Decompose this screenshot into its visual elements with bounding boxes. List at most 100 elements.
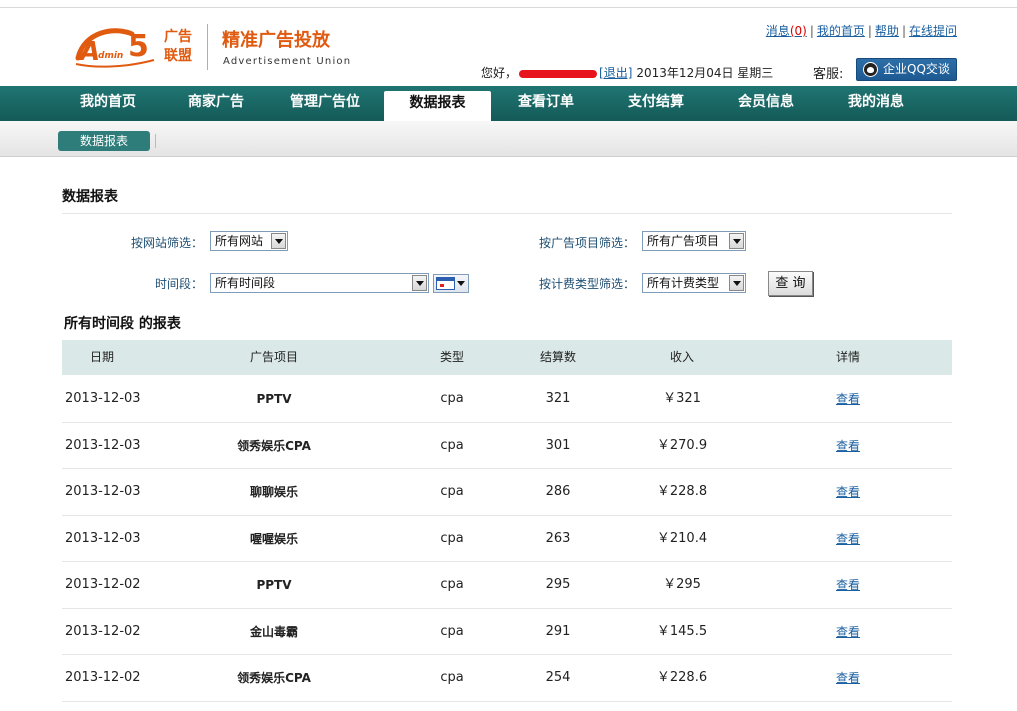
top-links: 消息(0) | 我的首页 | 帮助 | 在线提问	[765, 24, 957, 38]
site-filter-value: 所有网站	[215, 234, 264, 248]
svg-text:5: 5	[128, 29, 149, 64]
qq-chat-button[interactable]: 企业QQ交谈	[856, 58, 957, 81]
help-link[interactable]: 帮助	[875, 24, 899, 38]
qq-chat-label: 企业QQ交谈	[883, 62, 950, 76]
cell-type: cpa	[440, 530, 464, 546]
table-row: 2013-12-02 PPTV cpa 295 ￥295 查看	[62, 562, 952, 609]
cell-ad-project: PPTV	[256, 392, 292, 406]
project-filter-value: 所有广告项目	[647, 234, 720, 248]
nav-my-messages[interactable]: 我的消息	[826, 86, 926, 121]
nav-manage-ad-slots[interactable]: 管理广告位	[272, 86, 378, 121]
table-row: 2013-12-03 喔喔娱乐 cpa 263 ￥210.4 查看	[62, 516, 952, 562]
cell-income: ￥295	[663, 577, 701, 592]
project-filter-select[interactable]: 所有广告项目	[642, 231, 746, 251]
cell-detail: 查看	[818, 655, 878, 702]
fee-type-filter-value: 所有计费类型	[647, 276, 720, 290]
cell-type: cpa	[440, 670, 464, 685]
chevron-down-icon	[271, 233, 286, 249]
cell-type: cpa	[440, 623, 464, 639]
view-detail-link[interactable]: 查看	[836, 532, 860, 546]
cell-detail: 查看	[818, 609, 878, 656]
cell-ad-project: 聊聊娱乐	[249, 485, 298, 499]
view-detail-link[interactable]: 查看	[836, 671, 860, 685]
logo-cn-text: 广告联盟	[164, 29, 192, 64]
cell-date: 2013-12-03	[65, 437, 141, 453]
sub-nav: 数据报表	[0, 121, 1017, 157]
section-title-rule	[62, 213, 952, 214]
column-header-date: 日期	[89, 350, 114, 364]
home-link[interactable]: 我的首页	[817, 24, 865, 38]
nav-merchant-ads[interactable]: 商家广告	[166, 86, 266, 121]
cell-date: 2013-12-03	[65, 391, 141, 406]
chevron-down-icon	[729, 233, 744, 249]
cell-date: 2013-12-02	[65, 577, 141, 592]
logo-divider	[207, 24, 208, 70]
period-filter-value: 所有时间段	[215, 276, 276, 290]
column-header-type: 类型	[439, 350, 464, 364]
table-header: 日期 广告项目 类型 结算数 收入 详情	[62, 340, 952, 375]
subnav-data-report-tab[interactable]: 数据报表	[58, 131, 150, 151]
nav-home[interactable]: 我的首页	[56, 86, 160, 121]
cell-detail: 查看	[818, 423, 878, 470]
cell-date: 2013-12-02	[65, 623, 141, 639]
project-filter-label: 按广告项目筛选：	[539, 236, 636, 250]
subnav-divider	[155, 134, 156, 148]
greeting-text: 您好，	[481, 66, 518, 80]
site-filter-label: 按网站筛选：	[131, 236, 204, 250]
nav-payment[interactable]: 支付结算	[606, 86, 706, 121]
cell-count: 321	[545, 391, 571, 406]
cell-type: cpa	[440, 391, 464, 406]
period-filter-label: 时间段：	[155, 277, 204, 291]
cell-ad-project: 领秀娱乐CPA	[237, 671, 311, 685]
cell-ad-project: 金山毒霸	[249, 624, 298, 639]
customer-service-label: 客服:	[813, 67, 844, 82]
cell-ad-project: PPTV	[256, 578, 292, 592]
fee-type-filter-select[interactable]: 所有计费类型	[642, 273, 746, 293]
view-detail-link[interactable]: 查看	[836, 578, 860, 592]
cell-detail: 查看	[818, 469, 878, 516]
nav-view-orders[interactable]: 查看订单	[496, 86, 596, 121]
cell-income: ￥145.5	[656, 623, 708, 639]
cell-date: 2013-12-03	[65, 530, 141, 546]
cell-count: 291	[545, 623, 571, 639]
view-detail-link[interactable]: 查看	[836, 439, 860, 453]
table-row: 2013-12-03 聊聊娱乐 cpa 286 ￥228.8 查看	[62, 469, 952, 516]
logout-link[interactable]: [退出]	[599, 66, 632, 80]
view-detail-link[interactable]: 查看	[836, 392, 860, 406]
cell-ad-project: 喔喔娱乐	[249, 531, 298, 546]
cell-type: cpa	[440, 577, 464, 592]
nav-data-report[interactable]: 数据报表	[384, 91, 491, 121]
table-row: 2013-12-03 PPTV cpa 321 ￥321 查看	[62, 376, 952, 423]
cell-date: 2013-12-03	[65, 484, 141, 499]
messages-count: (0)	[789, 24, 807, 38]
cell-income: ￥270.9	[656, 437, 708, 453]
admin5-logo[interactable]: A dmin 5	[74, 24, 158, 68]
column-header-count: 结算数	[539, 350, 576, 364]
cell-ad-project: 领秀娱乐CPA	[237, 438, 311, 453]
current-date: 2013年12月04日 星期三	[636, 66, 774, 80]
view-detail-link[interactable]: 查看	[836, 485, 860, 499]
cell-detail: 查看	[818, 562, 878, 609]
messages-link-label: 消息	[765, 24, 790, 38]
query-button[interactable]: 查 询	[768, 271, 813, 296]
period-filter-select[interactable]: 所有时间段	[210, 273, 429, 293]
cell-count: 295	[545, 577, 571, 592]
table-row: 2013-12-02 领秀娱乐CPA cpa 254 ￥228.6 查看	[62, 655, 952, 702]
site-header: A dmin 5 广告联盟 精准广告投放 Advertisement Union…	[0, 8, 1017, 86]
messages-link[interactable]: 消息(0)	[766, 24, 807, 38]
main-nav: 我的首页 商家广告 管理广告位 数据报表 查看订单 支付结算 会员信息 我的消息	[0, 86, 1017, 121]
cell-income: ￥321	[663, 391, 701, 406]
cell-income: ￥210.4	[656, 530, 708, 546]
chevron-down-icon	[729, 275, 744, 291]
nav-member-info[interactable]: 会员信息	[716, 86, 816, 121]
view-detail-link[interactable]: 查看	[836, 625, 860, 639]
cell-count: 301	[545, 437, 571, 453]
date-picker-button[interactable]	[433, 274, 469, 293]
cell-income: ￥228.6	[656, 670, 708, 685]
site-filter-select[interactable]: 所有网站	[210, 231, 288, 251]
table-row: 2013-12-03 领秀娱乐CPA cpa 301 ￥270.9 查看	[62, 423, 952, 470]
ask-online-link[interactable]: 在线提问	[909, 24, 957, 38]
window-top-edge	[0, 0, 1017, 8]
cell-detail: 查看	[818, 376, 878, 423]
cell-date: 2013-12-02	[65, 670, 141, 685]
